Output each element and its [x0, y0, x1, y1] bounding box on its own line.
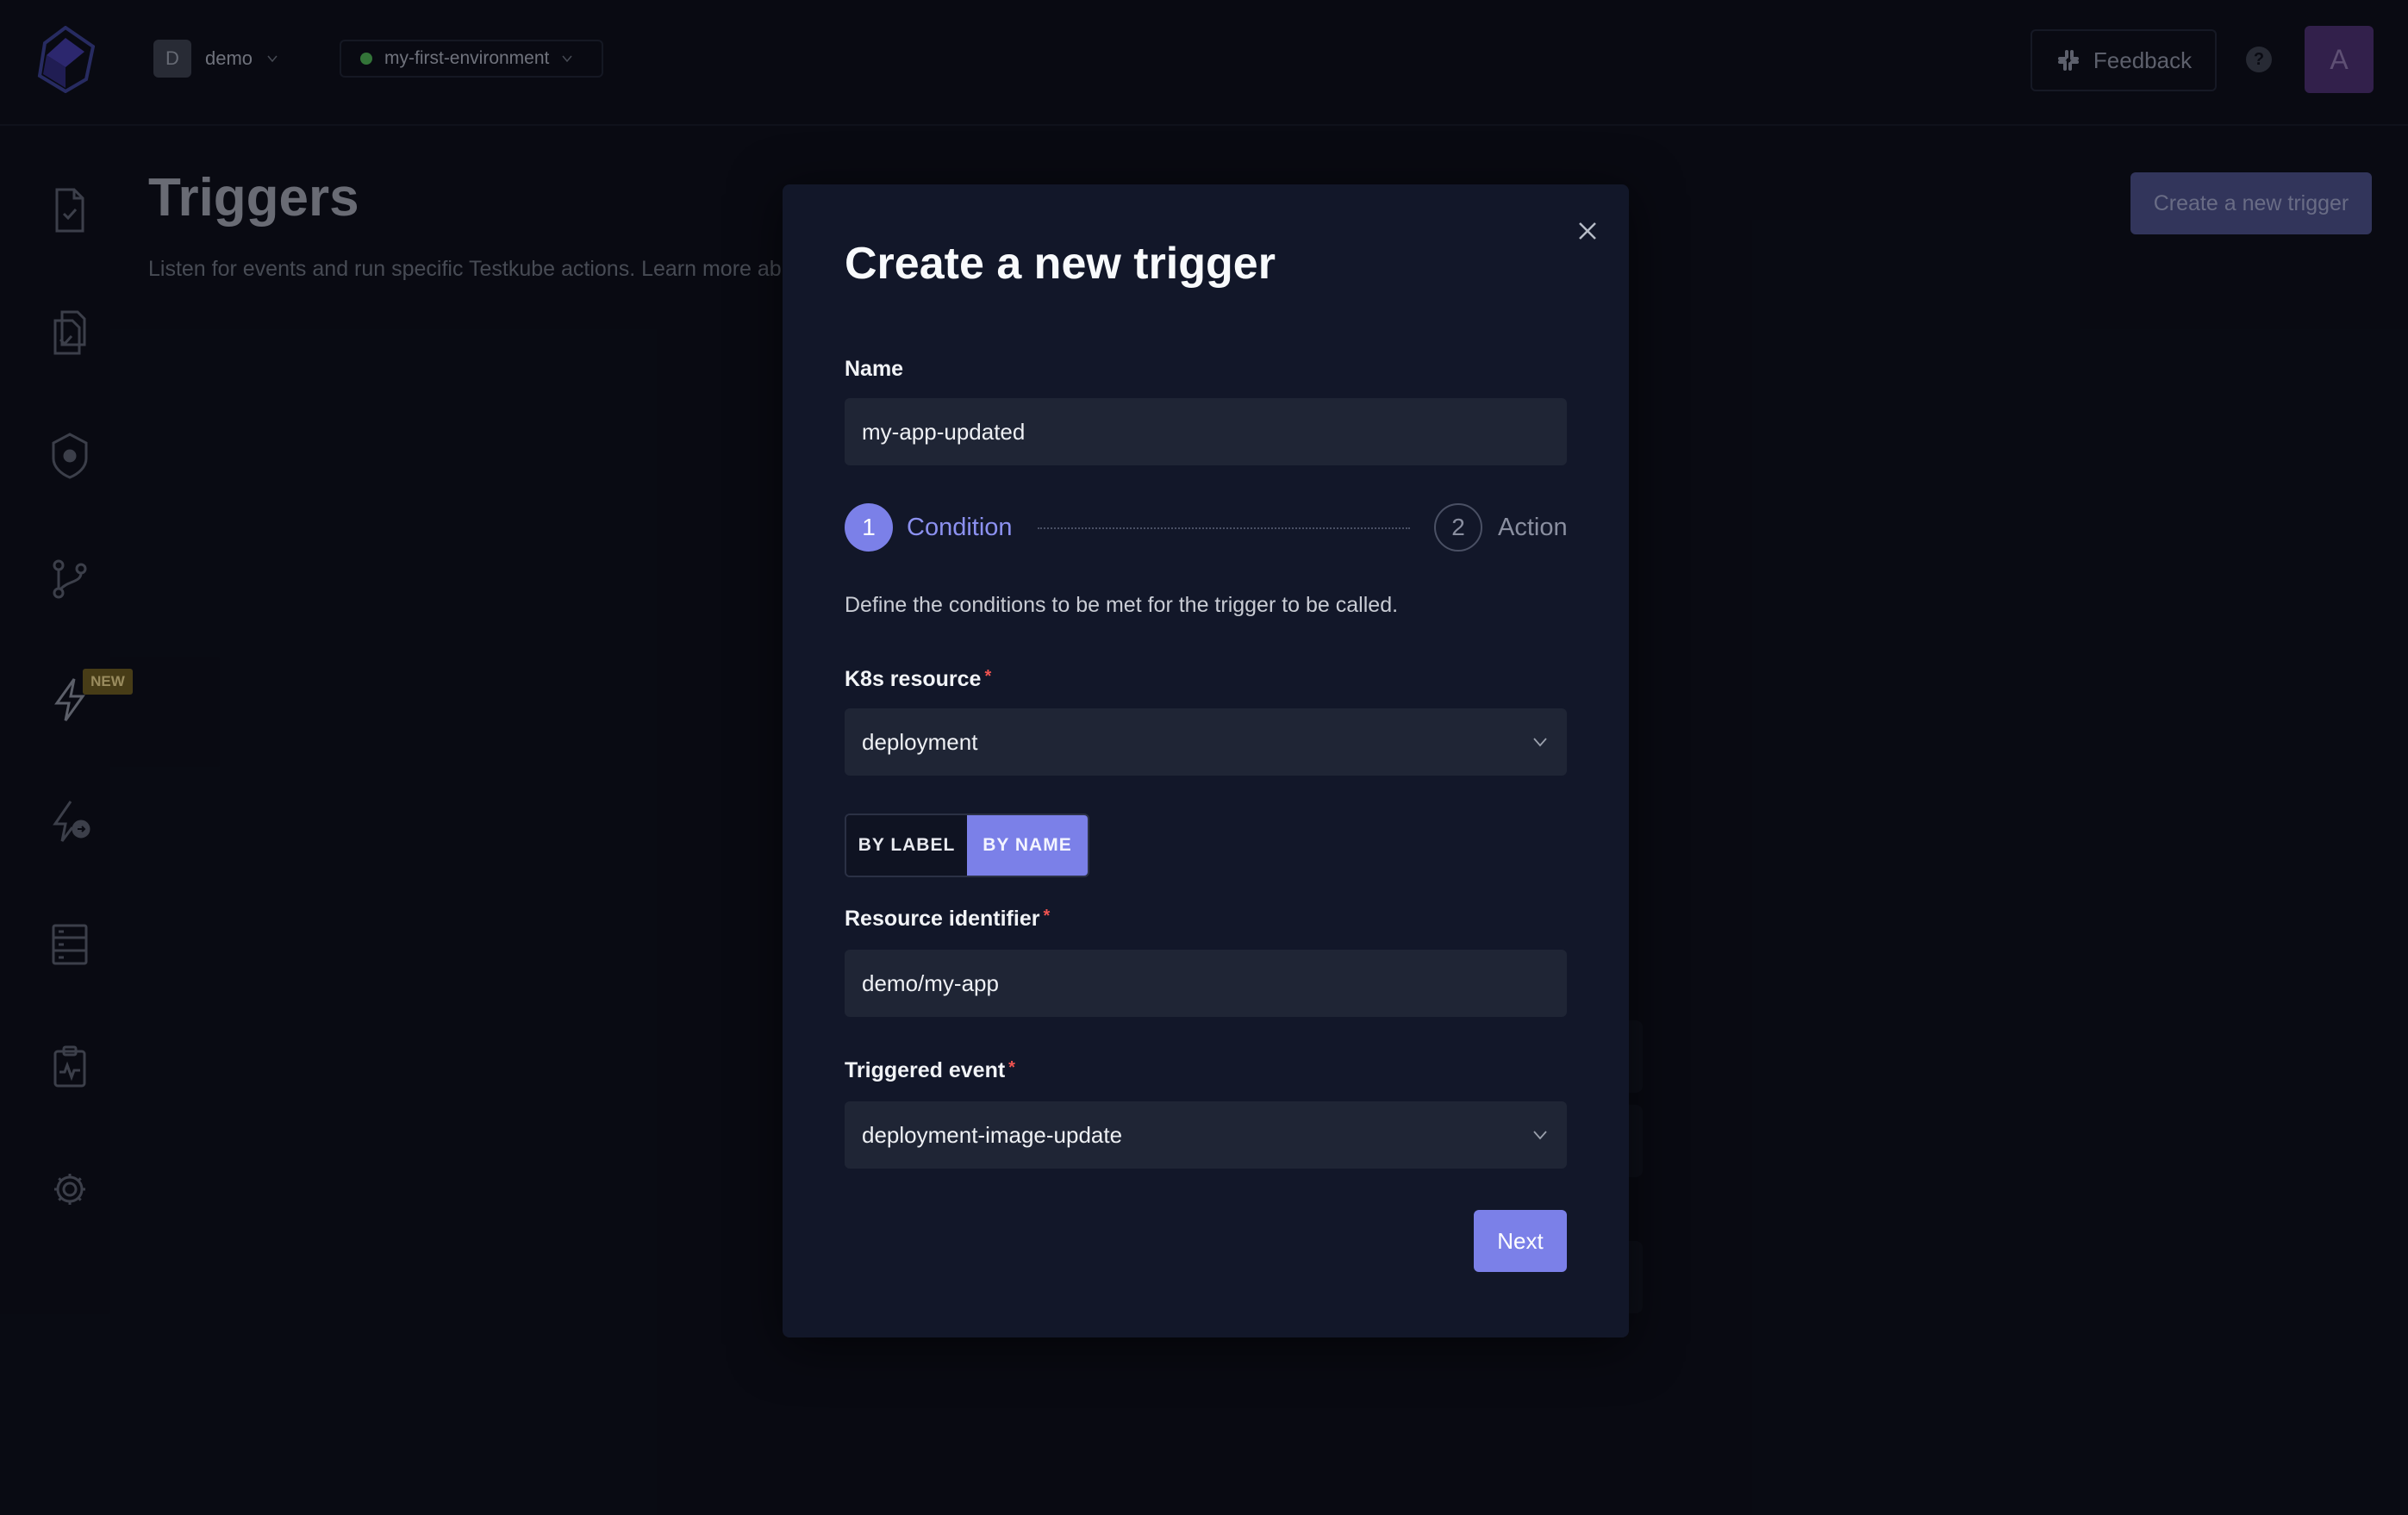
- stepper: 1 Condition 2 Action: [845, 503, 1568, 555]
- required-mark: *: [1008, 1058, 1015, 1077]
- resource-identifier-label: Resource identifier *: [845, 907, 1050, 932]
- k8s-resource-value: deployment: [862, 728, 978, 755]
- by-name-option[interactable]: BY NAME: [967, 815, 1088, 876]
- resource-identifier-label-text: Resource identifier: [845, 907, 1040, 931]
- triggered-event-select[interactable]: deployment-image-update: [845, 1101, 1567, 1169]
- name-label: Name: [845, 357, 904, 381]
- resource-identifier-field-wrapper: [845, 950, 1567, 1017]
- required-mark: *: [984, 667, 992, 686]
- triggered-event-value: deployment-image-update: [862, 1121, 1123, 1148]
- close-icon[interactable]: [1574, 217, 1601, 245]
- required-mark: *: [1043, 907, 1051, 926]
- name-input[interactable]: [862, 418, 1534, 446]
- match-mode-toggle: BY LABEL BY NAME: [845, 814, 1089, 877]
- triggered-event-label: Triggered event *: [845, 1058, 1015, 1083]
- k8s-resource-select[interactable]: deployment: [845, 708, 1567, 776]
- next-button[interactable]: Next: [1474, 1210, 1567, 1272]
- by-label-option[interactable]: BY LABEL: [846, 815, 967, 876]
- k8s-resource-label-text: K8s resource: [845, 667, 982, 691]
- stepper-connector: [1038, 527, 1410, 529]
- k8s-resource-label: K8s resource *: [845, 667, 991, 692]
- chevron-down-icon: [1533, 738, 1547, 747]
- step-1-indicator: 1: [845, 503, 893, 552]
- step-1-label: Condition: [907, 514, 1013, 541]
- step-2-indicator: 2: [1434, 503, 1482, 552]
- resource-identifier-input[interactable]: [862, 969, 1534, 997]
- step-2-label: Action: [1498, 514, 1568, 541]
- modal-title: Create a new trigger: [845, 239, 1276, 289]
- condition-description: Define the conditions to be met for the …: [845, 593, 1399, 617]
- name-field-wrapper: [845, 398, 1567, 465]
- triggered-event-label-text: Triggered event: [845, 1058, 1006, 1082]
- create-trigger-modal: Create a new trigger Name 1 Condition 2 …: [783, 184, 1629, 1337]
- chevron-down-icon: [1533, 1131, 1547, 1140]
